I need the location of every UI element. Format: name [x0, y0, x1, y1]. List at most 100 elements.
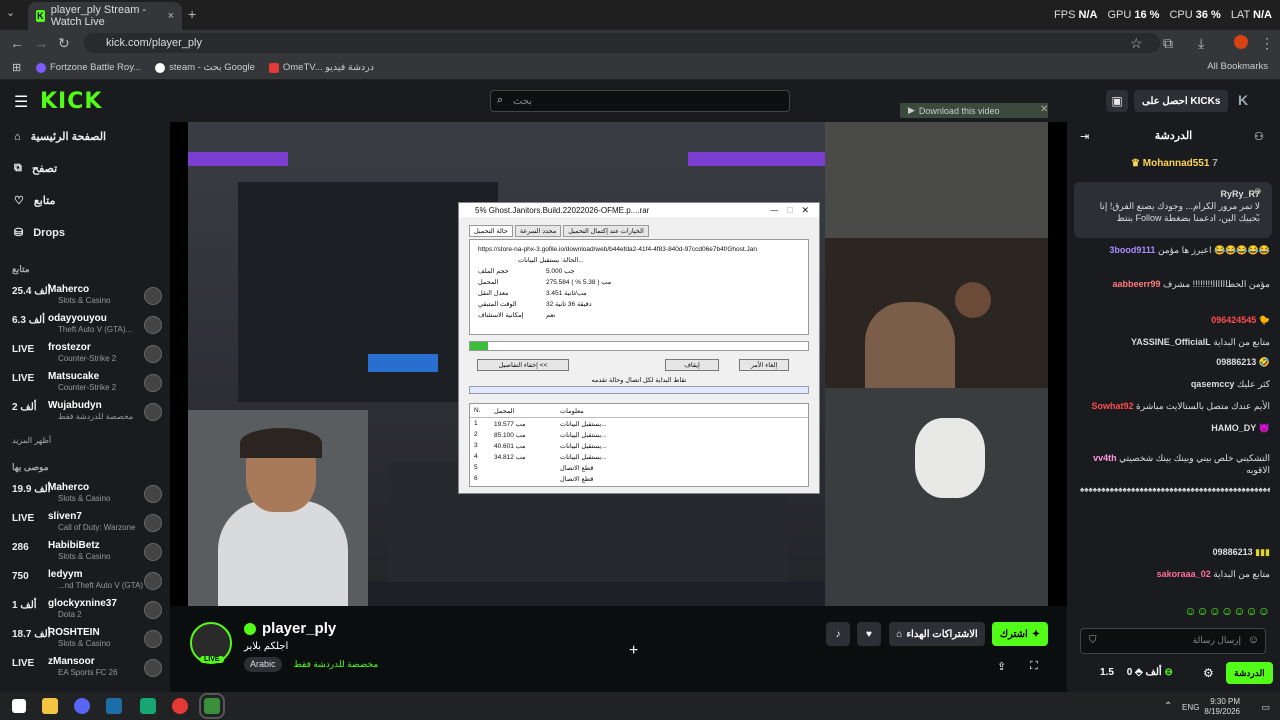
get-kicks-button[interactable]: احصل على KICKs — [1134, 90, 1229, 112]
notification-bell-icon[interactable]: ♪ — [826, 622, 850, 646]
download-icon[interactable]: ⤓ — [1198, 35, 1204, 52]
nav-home[interactable]: ⌂ الصفحة الرئيسية — [14, 130, 107, 144]
chevron-down-icon[interactable]: ⌄ — [1254, 208, 1262, 219]
sidebar-channel[interactable]: LIVE Matsucake Counter-Strike 2 — [10, 371, 162, 399]
download-video-bar[interactable]: ▶ Download this video — [900, 103, 1048, 118]
sidebar-channel[interactable]: 25.4 ألف Maherco Slots & Casino — [10, 284, 162, 312]
category-link[interactable]: مخصصة للدردشة فقط — [288, 657, 385, 672]
close-icon[interactable]: ✕ — [1040, 104, 1048, 115]
tab-search-icon[interactable]: ⌄ — [6, 6, 15, 19]
pinned-gifter[interactable]: ♛ Mohannad551 7 — [1131, 158, 1218, 169]
chat-message-input[interactable]: ⛉ إرسال رسالة ☺ — [1080, 628, 1266, 654]
chat-username[interactable]: 3bood9111 — [1109, 245, 1155, 255]
column-header: معلومات — [560, 407, 584, 415]
chat-username[interactable]: aabbeerr99 — [1112, 279, 1160, 289]
bookmark-ometv[interactable]: OmeTV... دردشة فيديو — [268, 62, 374, 73]
sidebar-channel[interactable]: 18.7 ألف ROSHTEIN Slots & Casino — [10, 627, 162, 655]
chat-username[interactable]: 09886213 — [1213, 547, 1253, 557]
sidebar-channel[interactable]: 286 HabibiBetz Slots & Casino — [10, 540, 162, 568]
table-cell: قطع الاتصال — [560, 464, 594, 472]
sidebar-channel[interactable]: 750 ledyym ...nd Theft Auto V (GTA) — [10, 569, 162, 597]
bookmark-steam-google[interactable]: steam - بحث Google — [155, 62, 255, 73]
steam-icon[interactable] — [106, 698, 122, 714]
unpin-icon[interactable]: ⊘ — [1254, 186, 1262, 197]
chat-username[interactable]: 09886213 — [1216, 357, 1256, 367]
tab-speed-limiter: محدد السرعة — [514, 225, 562, 237]
chat-username[interactable]: vv4th — [1093, 453, 1117, 463]
follow-heart-icon[interactable]: ♥ — [857, 622, 881, 646]
idm-icon[interactable] — [199, 693, 225, 719]
nav-following[interactable]: ♡ متابع — [14, 194, 55, 207]
chat-users-icon[interactable]: ⚇ — [1254, 130, 1264, 143]
windows-start-icon[interactable] — [12, 699, 26, 713]
chat-emote-spam: ♠♠♠♠♠♠♠♠♠♠♠♠♠♠♠♠♠♠♠♠♠♠♠♠♠♠♠♠♠♠♠♠♠♠♠♠♠♠♠♠… — [1080, 485, 1270, 494]
chat-username[interactable]: YASSINE_OfficialL — [1131, 337, 1211, 347]
gift-subs-button[interactable]: ⌂ الاشتراكات الهداء — [889, 622, 985, 646]
tray-chevron-icon[interactable]: ⌃ — [1164, 701, 1172, 712]
channel-points[interactable]: 1.5 ألف ⬘ 0 ⊖ — [1100, 667, 1173, 678]
chat-settings-gear-icon[interactable]: ⚙ — [1203, 666, 1214, 680]
clock[interactable]: 9:30 PM 8/19/2026 — [1204, 697, 1240, 717]
chat-username[interactable]: sakoraaa_02 — [1157, 569, 1211, 579]
sidebar-channel[interactable]: LIVE frostezor Counter-Strike 2 — [10, 342, 162, 370]
table-cell: 40.601 مب — [494, 442, 526, 450]
chrome-icon[interactable] — [172, 698, 188, 714]
kick-favicon-icon: K — [36, 10, 45, 22]
show-more-link[interactable]: أظهر المزيد — [12, 436, 51, 445]
chat-message: YASSINE_OfficialL متابع من البداية — [1080, 336, 1270, 348]
sidebar-channel[interactable]: 19.9 ألف Maherco Slots & Casino — [10, 482, 162, 510]
share-icon[interactable]: ⇪ — [997, 660, 1006, 673]
extensions-icon[interactable]: ⧉ — [1163, 35, 1173, 52]
language-indicator[interactable]: ENG — [1182, 703, 1199, 712]
chat-header: الدردشة — [1154, 130, 1193, 142]
new-tab-button[interactable]: + — [188, 6, 196, 22]
kick-logo[interactable]: KICK — [40, 89, 102, 114]
notification-center-icon[interactable]: ▭ — [1261, 702, 1270, 713]
chat-text: كثر عليك — [1236, 379, 1270, 389]
apps-grid-icon[interactable]: ⊞ — [12, 61, 21, 74]
chat-username[interactable]: HAMO_DY — [1211, 423, 1256, 433]
forward-icon[interactable]: → — [34, 35, 48, 51]
bookmarks-bar: Fortzone Battle Roy... steam - بحث Googl… — [0, 56, 1280, 80]
kick-k-icon[interactable]: K — [1238, 92, 1248, 108]
subscribe-button[interactable]: اشترك ✦ — [992, 622, 1048, 646]
clip-icon[interactable]: ⛶ — [1030, 660, 1038, 673]
chat-username[interactable]: 096424545 — [1211, 315, 1256, 325]
search-input[interactable]: ⌕ بحث — [490, 90, 790, 112]
detail-value: 32 دقيقة 36 ثانية — [546, 301, 592, 308]
nav-label: الصفحة الرئيسية — [30, 131, 107, 143]
back-icon[interactable]: ← — [10, 35, 24, 51]
app-icon[interactable] — [140, 698, 156, 714]
sidebar-channel[interactable]: 2 ألف Wujabudyn مخصصة للدردشة فقط — [10, 400, 162, 428]
viewer-count: 25.4 ألف — [12, 286, 51, 297]
language-tag[interactable]: Arabic — [244, 657, 282, 672]
emoji-icon[interactable]: ☺ — [1248, 634, 1259, 646]
send-chat-button[interactable]: الدردشة — [1226, 662, 1273, 684]
sidebar-channel[interactable]: 1 ألف glockyxnine37 Dota 2 — [10, 598, 162, 626]
nav-browse[interactable]: ⧉ تصفح — [14, 162, 57, 175]
discord-icon[interactable] — [74, 698, 90, 714]
nav-drops[interactable]: ⛁ Drops — [14, 226, 65, 240]
url-field[interactable]: kick.com/player_ply — [84, 33, 1160, 53]
file-explorer-icon[interactable] — [42, 698, 58, 714]
all-bookmarks-button[interactable]: All Bookmarks — [1207, 61, 1268, 72]
channel-category: Slots & Casino — [58, 639, 111, 648]
browser-tab[interactable]: K player_ply Stream - Watch Live × — [28, 2, 182, 30]
profile-avatar[interactable] — [1234, 35, 1248, 49]
bookmark-fortzone[interactable]: Fortzone Battle Roy... — [36, 62, 141, 73]
sidebar-channel[interactable]: LIVE sliven7 Call of Duty: Warzone — [10, 511, 162, 539]
theater-mode-icon[interactable]: ▣ — [1106, 90, 1128, 112]
chat-username[interactable]: qasemccy — [1191, 379, 1235, 389]
tab-close-icon[interactable]: × — [168, 10, 174, 22]
bookmark-star-icon[interactable]: ☆ — [1130, 35, 1143, 52]
stream-title: اجلكم بلاير — [244, 641, 289, 652]
chat-username[interactable]: Sowhat92 — [1092, 401, 1134, 411]
browser-menu-icon[interactable]: ⋮ — [1260, 35, 1274, 52]
sidebar-channel[interactable]: LIVE zMansoor EA Sports FC 26 — [10, 656, 162, 684]
hamburger-menu-icon[interactable]: ☰ — [14, 92, 28, 112]
chat-input-placeholder: إرسال رسالة — [1192, 635, 1241, 645]
recommended-header: موصى بها — [12, 462, 49, 472]
sidebar-channel[interactable]: 6.3 ألف odayyouyou Theft Auto V (GTA)... — [10, 313, 162, 341]
reload-icon[interactable]: ↻ — [58, 35, 70, 52]
streamer-name-row[interactable]: player_ply — [244, 620, 336, 637]
